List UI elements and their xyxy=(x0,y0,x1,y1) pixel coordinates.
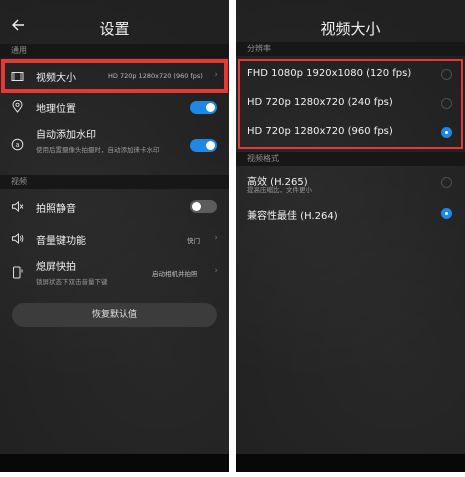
navigation-bar xyxy=(236,454,465,472)
phone-icon xyxy=(13,266,23,279)
watermark-toggle[interactable] xyxy=(190,139,217,152)
location-toggle[interactable] xyxy=(190,101,217,114)
section-header-video: 视频 xyxy=(0,175,229,189)
volume-key-row[interactable]: 音量键功能 快门 › xyxy=(0,224,229,252)
shutter-mute-toggle[interactable] xyxy=(190,200,217,213)
screen-off-snapshot-description: 锁屏状态下双击音量下键 xyxy=(36,278,108,286)
location-icon xyxy=(12,100,23,113)
radio-button-selected[interactable] xyxy=(441,208,452,219)
watermark-label: 自动添加水印 xyxy=(36,130,96,141)
chevron-right-icon: › xyxy=(214,266,218,276)
shutter-mute-label: 拍照静音 xyxy=(36,204,76,215)
settings-screen: 设置 通用 视频大小 HD 720p 1280x720 (960 fps) › … xyxy=(0,0,229,472)
highlight-box xyxy=(238,59,463,149)
section-header-general: 通用 xyxy=(0,44,229,58)
svg-text:a: a xyxy=(15,141,19,149)
highlight-box xyxy=(1,59,228,93)
section-header-resolution: 分辨率 xyxy=(236,42,465,56)
watermark-icon: a xyxy=(11,138,24,151)
screen-off-snapshot-label: 熄屏快拍 xyxy=(36,262,76,273)
format-option-label: 兼容性最佳 (H.264) xyxy=(247,211,338,222)
title-bar: 视频大小 xyxy=(236,0,465,46)
volume-icon xyxy=(12,232,24,245)
watermark-description: 使用后置摄像头拍摄时，自动添加徕卡水印 xyxy=(36,146,160,154)
title-bar: 设置 xyxy=(0,0,229,46)
mute-icon xyxy=(12,200,24,213)
volume-key-label: 音量键功能 xyxy=(36,236,86,247)
radio-button[interactable] xyxy=(441,177,452,188)
chevron-right-icon: › xyxy=(214,233,218,243)
restore-defaults-button[interactable]: 恢复默认值 xyxy=(12,303,217,327)
watermark-row[interactable]: a 自动添加水印 使用后置摄像头拍摄时，自动添加徕卡水印 xyxy=(0,122,229,168)
video-size-screen: 视频大小 分辨率 FHD 1080p 1920x1080 (120 fps) H… xyxy=(236,0,465,472)
format-option-h265[interactable]: 高效 (H.265) 提高压缩比，文件更小 xyxy=(236,170,465,200)
shutter-mute-row[interactable]: 拍照静音 xyxy=(0,193,229,219)
section-header-video-format: 视频格式 xyxy=(236,152,465,166)
location-row[interactable]: 地理位置 xyxy=(0,94,229,120)
format-option-h264[interactable]: 兼容性最佳 (H.264) xyxy=(236,201,465,227)
format-option-description: 提高压缩比，文件更小 xyxy=(247,186,312,194)
page-title: 视频大小 xyxy=(320,20,381,38)
screen-off-snapshot-row[interactable]: 熄屏快拍 锁屏状态下双击音量下键 启动相机并拍照 › xyxy=(0,254,229,292)
screen-off-snapshot-value: 启动相机并拍照 xyxy=(152,270,198,278)
page-title: 设置 xyxy=(99,20,130,38)
navigation-bar xyxy=(0,454,229,472)
volume-key-value: 快门 xyxy=(187,237,200,245)
location-label: 地理位置 xyxy=(36,104,76,115)
